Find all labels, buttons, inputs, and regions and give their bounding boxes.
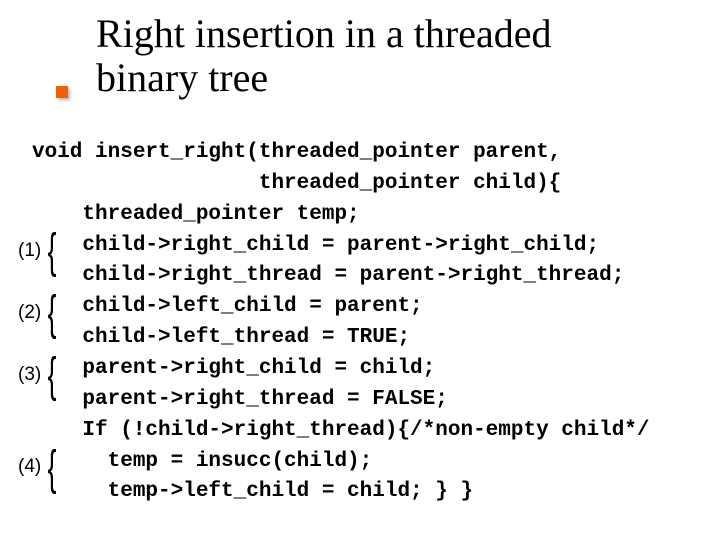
- slide-title: Right insertion in a threaded binary tre…: [96, 12, 551, 100]
- code-line-6: child->left_child = parent;: [32, 295, 423, 318]
- annotation-1: (1): [18, 240, 41, 262]
- brace-2-icon: {: [48, 290, 57, 338]
- brace-4-icon: {: [48, 445, 57, 493]
- code-line-9: parent->right_thread = FALSE;: [32, 388, 448, 411]
- title-line-2: binary tree: [96, 55, 268, 100]
- accent-square: [56, 86, 68, 98]
- code-line-11: temp = insucc(child);: [32, 450, 372, 473]
- code-line-5: child->right_thread = parent->right_thre…: [32, 264, 624, 287]
- code-line-10: If (!child->right_thread){/*non-empty ch…: [32, 419, 650, 442]
- brace-3-icon: {: [48, 352, 57, 400]
- brace-1-icon: {: [48, 228, 57, 276]
- code-line-1: void insert_right(threaded_pointer paren…: [32, 141, 561, 164]
- code-line-2: threaded_pointer child){: [32, 172, 561, 195]
- annotation-4: (4): [18, 456, 41, 478]
- code-line-8: parent->right_child = child;: [32, 357, 435, 380]
- title-line-1: Right insertion in a threaded: [96, 11, 551, 56]
- code-line-3: threaded_pointer temp;: [32, 203, 360, 226]
- code-line-4: child->right_child = parent->right_child…: [32, 234, 599, 257]
- annotation-3: (3): [18, 364, 41, 386]
- code-line-7: child->left_thread = TRUE;: [32, 326, 410, 349]
- annotation-2: (2): [18, 302, 41, 324]
- code-line-12: temp->left_child = child; } }: [32, 480, 473, 503]
- code-listing: void insert_right(threaded_pointer paren…: [32, 138, 650, 508]
